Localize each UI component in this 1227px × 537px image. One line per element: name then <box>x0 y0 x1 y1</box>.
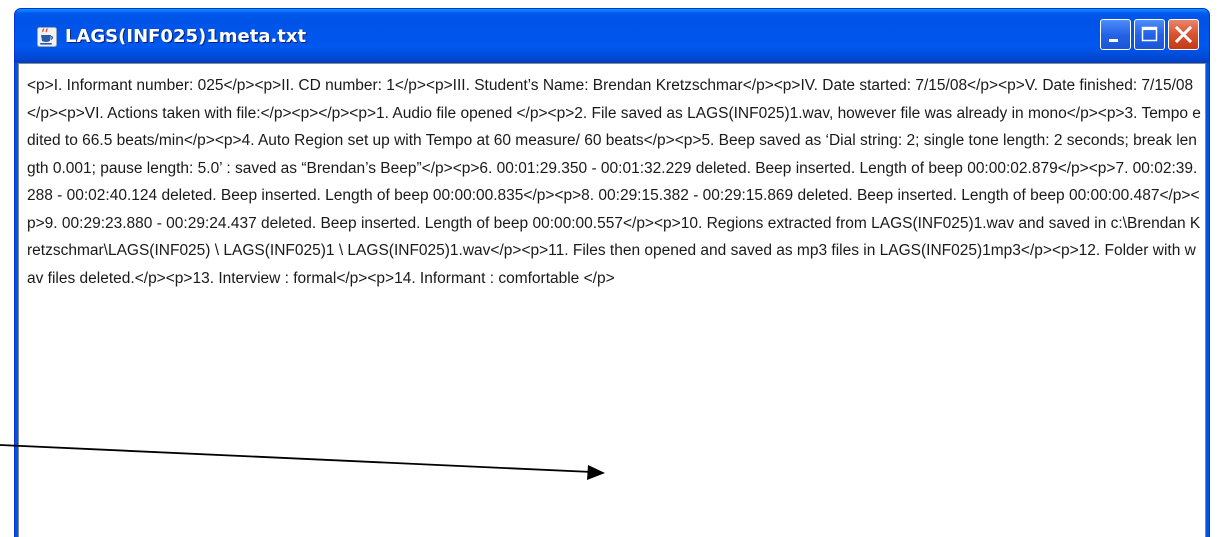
maximize-icon <box>1141 26 1158 42</box>
document-text: <p>I. Informant number: 025</p><p>II. CD… <box>27 77 1201 287</box>
minimize-icon <box>1109 39 1118 42</box>
title-bar[interactable]: LAGS(INF025)1meta.txt <box>15 9 1209 63</box>
minimize-button[interactable] <box>1100 19 1131 50</box>
maximize-button[interactable] <box>1134 19 1165 50</box>
text-area[interactable]: <p>I. Informant number: 025</p><p>II. CD… <box>18 63 1206 537</box>
window-title: LAGS(INF025)1meta.txt <box>65 26 307 47</box>
screenshot-stage: LAGS(INF025)1meta.txt <p>I. Informant nu… <box>0 0 1227 537</box>
java-cup-icon[interactable] <box>37 27 57 47</box>
app-window[interactable]: LAGS(INF025)1meta.txt <p>I. Informant nu… <box>14 8 1210 537</box>
close-button[interactable] <box>1168 19 1199 50</box>
close-icon <box>1174 25 1193 44</box>
